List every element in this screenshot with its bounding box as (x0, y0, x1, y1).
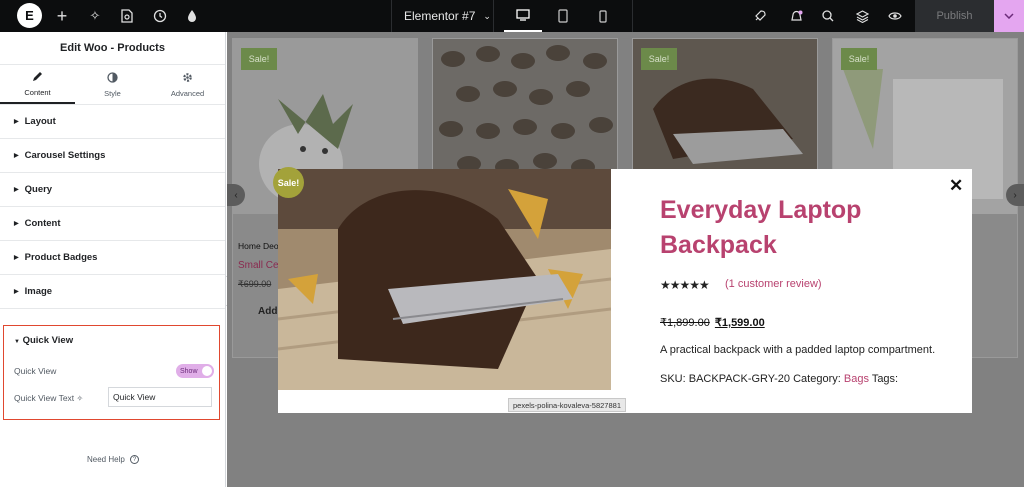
product-price: ₹1,899.00 ₹1,599.00 (660, 316, 765, 329)
sale-badge: Sale! (273, 167, 304, 198)
rocket-icon[interactable] (750, 0, 770, 32)
sale-badge: Sale! (841, 48, 877, 70)
publish-options-chevron-icon[interactable] (994, 0, 1024, 32)
divider (632, 0, 633, 32)
product-description: A practical backpack with a padded lapto… (660, 344, 936, 356)
elementor-logo[interactable]: E (17, 3, 42, 28)
chevron-down-icon: ⌄ (483, 10, 491, 21)
section-quick-view-header[interactable]: ▼ Quick View (14, 335, 73, 346)
quick-view-text-input[interactable]: Quick View (108, 387, 212, 407)
need-help-link[interactable]: Need Help ? (0, 455, 226, 465)
tags-label: Tags: (871, 373, 899, 385)
image-tooltip: pexels-polina-kovaleva-5827881 (508, 398, 626, 412)
divider (391, 0, 392, 32)
tablet-view-icon[interactable] (544, 0, 582, 32)
old-price: ₹1,899.00 (660, 317, 710, 329)
search-icon[interactable] (818, 0, 838, 32)
history-icon[interactable] (150, 0, 170, 32)
label-text: Quick View Text (14, 393, 75, 403)
section-label: Quick View (22, 335, 74, 346)
review-link[interactable]: (1 customer review) (725, 278, 822, 290)
help-label: Need Help (86, 455, 125, 464)
section-content[interactable]: ▶ Content (0, 207, 225, 241)
site-styles-icon[interactable] (182, 0, 202, 32)
mobile-view-icon[interactable] (584, 0, 622, 32)
notifications-icon[interactable] (786, 0, 806, 32)
tab-style[interactable]: Style (75, 65, 150, 104)
tab-advanced[interactable]: Advanced (150, 65, 225, 104)
caret-right-icon: ▶ (14, 187, 19, 193)
product-meta: SKU: BACKPACK-GRY-20 Category: Bags Tags… (660, 373, 898, 385)
product-price: ₹699.00 (238, 279, 272, 289)
category-label: Category: (793, 373, 841, 385)
sale-badge: Sale! (241, 48, 277, 70)
section-label: Content (24, 218, 61, 229)
section-product-badges[interactable]: ▶ Product Badges (0, 241, 225, 275)
document-title: Elementor #7 (404, 9, 476, 23)
product-name-link[interactable]: Small Ce (238, 260, 279, 271)
ai-sparkle-icon[interactable]: ✧ (85, 0, 105, 32)
panel-tabs: Content Style Advanced (0, 65, 225, 105)
section-label: Product Badges (24, 252, 98, 263)
desktop-view-icon[interactable] (504, 0, 542, 32)
section-carousel-settings[interactable]: ▶ Carousel Settings (0, 139, 225, 173)
product-image (278, 169, 611, 390)
quick-view-toggle[interactable]: Show (176, 364, 214, 378)
caret-right-icon: ▶ (14, 255, 19, 261)
publish-button[interactable]: Publish (915, 0, 994, 32)
publish-label: Publish (936, 10, 973, 22)
layers-icon[interactable] (852, 0, 872, 32)
sale-badge: Sale! (641, 48, 677, 70)
question-circle-icon: ? (130, 455, 140, 465)
caret-down-icon: ▼ (14, 339, 20, 345)
logo-letter: E (25, 8, 34, 23)
quick-view-toggle-label: Quick View (14, 366, 57, 376)
dynamic-tags-icon[interactable]: ✧ (77, 394, 84, 403)
section-query[interactable]: ▶ Query (0, 173, 225, 207)
pencil-icon (32, 71, 43, 84)
editor-panel: Edit Woo - Products Content Style Advanc… (0, 32, 226, 487)
caret-right-icon: ▶ (14, 153, 19, 159)
document-title-dropdown[interactable]: Elementor #7 ⌄ (404, 0, 491, 32)
carousel-next-icon[interactable]: › (1006, 184, 1024, 206)
tab-content[interactable]: Content (0, 65, 75, 104)
panel-title: Edit Woo - Products (0, 32, 225, 65)
divider (493, 0, 494, 32)
category-link[interactable]: Bags (844, 373, 869, 385)
rating-stars: ★★★★★ (660, 278, 710, 292)
add-to-cart-button[interactable]: Add (258, 306, 277, 317)
quick-view-text-label: Quick View Text ✧ (14, 393, 83, 403)
section-image[interactable]: ▶ Image (0, 275, 225, 309)
tab-label: Advanced (170, 88, 205, 98)
tab-label: Style (104, 88, 121, 98)
caret-right-icon: ▶ (14, 289, 19, 295)
toggle-knob (202, 366, 212, 376)
section-layout[interactable]: ▶ Layout (0, 105, 225, 139)
page-settings-icon[interactable] (117, 0, 137, 32)
caret-right-icon: ▶ (14, 221, 19, 227)
section-label: Image (24, 286, 53, 297)
section-label: Query (24, 184, 53, 195)
gear-icon (182, 72, 193, 85)
quick-view-section: ▼ Quick View Quick View Show Quick View … (3, 325, 220, 420)
sku-value: BACKPACK-GRY-20 (688, 373, 791, 385)
sku-label: SKU: (660, 373, 686, 385)
section-label: Layout (24, 116, 56, 127)
tab-label: Content (24, 87, 51, 97)
toggle-value: Show (180, 367, 198, 375)
section-label: Carousel Settings (24, 150, 106, 161)
quick-view-modal: Sale! ✕ Everyday Laptop Backpack ★★★★★ (… (273, 167, 972, 413)
top-bar: E + ✧ Elementor #7 ⌄ Publish (0, 0, 1024, 32)
preview-eye-icon[interactable] (885, 0, 905, 32)
close-icon[interactable]: ✕ (949, 176, 963, 196)
add-element-icon[interactable]: + (52, 0, 72, 32)
half-circle-icon (107, 71, 118, 85)
caret-right-icon: ▶ (14, 119, 19, 125)
product-breadcrumb: Home Deo (238, 241, 279, 251)
sale-price: ₹1,599.00 (714, 317, 765, 329)
product-title: Everyday Laptop Backpack (660, 196, 862, 259)
